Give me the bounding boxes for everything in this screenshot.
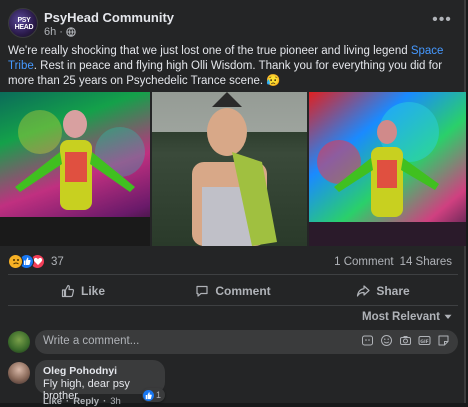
sticker-icon[interactable] [437, 334, 450, 347]
performer-figure [0, 110, 150, 246]
comment-input-tools: GIF [361, 334, 450, 347]
comment-icon [196, 285, 208, 297]
like-button[interactable]: Like [8, 279, 158, 303]
comment-reaction[interactable]: 1 [142, 388, 166, 402]
post-text-part2: . Rest in peace and flying high Olli Wis… [8, 60, 443, 87]
post-text: We're really shocking that we just lost … [8, 44, 458, 89]
comment-label: Comment [215, 284, 271, 298]
emoji-icon[interactable] [380, 334, 393, 347]
post-actions: Like Comment Share [8, 279, 458, 303]
photo-1[interactable] [0, 92, 150, 246]
page-name-link[interactable]: PsyHead Community [44, 10, 174, 25]
post-meta: 6h · [44, 26, 76, 38]
avatar-logo: PSY HEAD [14, 17, 34, 31]
comment-placeholder: Write a comment... [43, 335, 140, 347]
engagement-counts: 1 Comment 14 Shares [334, 256, 452, 268]
sad-emoji: 😥 [266, 75, 281, 87]
post-text-part1: We're really shocking that we just lost … [8, 45, 411, 57]
reaction-count: 37 [51, 255, 64, 268]
gif-icon[interactable]: GIF [418, 334, 431, 347]
like-label: Like [80, 284, 105, 298]
comment-actions: Like · Reply · 3h [43, 396, 121, 407]
comment-sort-dropdown[interactable]: Most Relevant [362, 311, 452, 323]
like-reaction-icon [143, 389, 154, 401]
comment-like-link[interactable]: Like [43, 396, 62, 407]
share-count-link[interactable]: 14 Shares [400, 256, 452, 268]
photo-3[interactable] [309, 92, 466, 246]
comment-reply-link[interactable]: Reply [73, 396, 99, 407]
photo-2[interactable] [152, 92, 307, 246]
comment-button[interactable]: Comment [158, 279, 308, 303]
more-options-icon[interactable]: ••• [432, 12, 452, 32]
globe-icon [66, 27, 76, 37]
current-user-avatar[interactable] [8, 331, 30, 353]
performer-closeup [152, 92, 307, 246]
divider [8, 274, 458, 275]
performer-figure-2 [309, 102, 466, 246]
divider [8, 305, 458, 306]
thumbs-up-icon [61, 284, 75, 298]
share-label: Share [376, 284, 410, 298]
comment-count-link[interactable]: 1 Comment [334, 256, 393, 268]
camera-icon[interactable] [399, 334, 412, 347]
page-avatar[interactable]: PSY HEAD [8, 8, 38, 38]
share-button[interactable]: Share [308, 279, 458, 303]
post-time[interactable]: 6h [44, 26, 56, 38]
photo-grid [0, 92, 466, 246]
comment-input[interactable]: Write a comment... GIF [35, 330, 458, 354]
share-icon [357, 285, 370, 297]
chevron-down-icon [444, 314, 452, 319]
avatar-sticker-icon[interactable] [361, 334, 374, 347]
commenter-avatar[interactable] [8, 362, 30, 384]
comment-time[interactable]: 3h [110, 396, 121, 407]
reaction-summary[interactable]: 37 [8, 254, 64, 269]
comment-reaction-count: 1 [156, 390, 162, 400]
post-header: PSY HEAD PsyHead Community 6h · ••• [8, 8, 458, 38]
comment-author[interactable]: Oleg Pohodnyi [43, 365, 117, 377]
sad-reaction-icon [8, 254, 23, 269]
svg-text:GIF: GIF [420, 339, 428, 345]
sort-label: Most Relevant [362, 311, 440, 323]
post-card: PSY HEAD PsyHead Community 6h · ••• We'r… [0, 0, 466, 407]
